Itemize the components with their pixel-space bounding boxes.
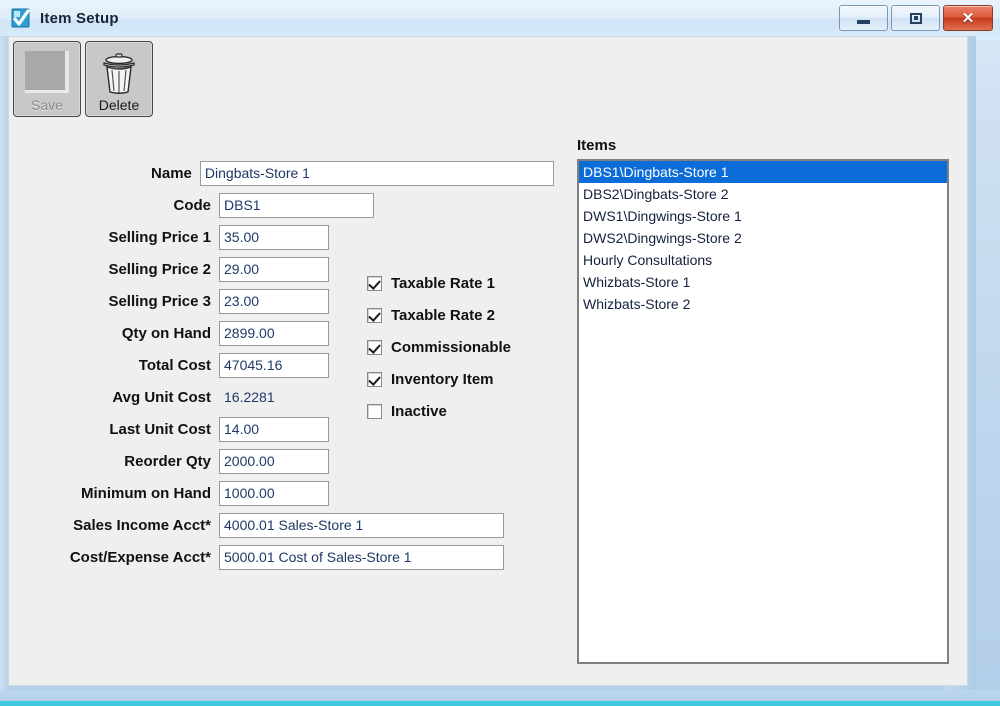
list-item[interactable]: Whizbats-Store 2 — [579, 293, 947, 315]
items-listbox[interactable]: DBS1\Dingbats-Store 1 DBS2\Dingbats-Store… — [577, 159, 949, 664]
window-frame-left — [0, 36, 8, 692]
readonly-value: 16.2281 — [224, 389, 275, 405]
title-bar[interactable]: Item Setup ✕ — [0, 0, 1000, 40]
delete-button[interactable]: Delete — [85, 41, 153, 117]
field-label: Cost/Expense Acct* — [69, 548, 211, 566]
close-icon: ✕ — [961, 9, 975, 27]
items-panel: Items DBS1\Dingbats-Store 1 DBS2\Dingbats… — [577, 137, 949, 664]
text-input[interactable]: 47045.16 — [219, 352, 329, 378]
checkbox-label: Commissionable — [391, 338, 512, 356]
window-title: Item Setup — [40, 9, 119, 27]
minimize-button[interactable] — [839, 5, 888, 31]
checkbox-inactive[interactable]: Inactive — [367, 395, 511, 427]
maximize-icon — [909, 12, 922, 24]
save-button[interactable]: Save — [13, 41, 81, 117]
list-item[interactable]: Whizbats-Store 1 — [579, 271, 947, 293]
field-label: Code — [173, 196, 212, 214]
field-label: Avg Unit Cost — [112, 388, 211, 406]
client-area: Save Delete Name Dingbats-Store 1 Code D… — [8, 36, 968, 686]
list-item[interactable]: DWS1\Dingwings-Store 1 — [579, 205, 947, 227]
text-input[interactable]: DBS1 — [219, 192, 374, 218]
checkbox-label: Taxable Rate 2 — [391, 306, 495, 324]
checkbox-taxable-rate-1[interactable]: Taxable Rate 1 — [367, 267, 511, 299]
text-input[interactable]: 2899.00 — [219, 320, 329, 346]
list-item[interactable]: Hourly Consultations — [579, 249, 947, 271]
checkmark-icon[interactable] — [367, 371, 382, 387]
text-input[interactable]: 5000.01 Cost of Sales-Store 1 — [219, 544, 504, 570]
item-setup-window: Item Setup ✕ Save Delete Name Dingbats-S… — [0, 0, 1000, 706]
field-label: Selling Price 2 — [108, 260, 211, 278]
minimize-icon — [857, 19, 870, 24]
form-row: Minimum on Hand 1000.00 — [9, 477, 554, 509]
text-input[interactable]: 2000.00 — [219, 448, 329, 474]
text-input[interactable]: 29.00 — [219, 256, 329, 282]
text-input[interactable]: 4000.01 Sales-Store 1 — [219, 512, 504, 538]
checkbox-label: Inventory Item — [391, 370, 494, 388]
maximize-button[interactable] — [891, 5, 940, 31]
checkbox-taxable-rate-2[interactable]: Taxable Rate 2 — [367, 299, 511, 331]
delete-button-label: Delete — [98, 97, 140, 113]
window-controls: ✕ — [839, 5, 993, 31]
field-label: Selling Price 1 — [108, 228, 211, 246]
field-label: Last Unit Cost — [109, 420, 211, 438]
field-label: Selling Price 3 — [108, 292, 211, 310]
list-item[interactable]: DBS2\Dingbats-Store 2 — [579, 183, 947, 205]
form-row: Cost/Expense Acct* 5000.01 Cost of Sales-… — [9, 541, 554, 573]
text-input[interactable]: 1000.00 — [219, 480, 329, 506]
form-row: Selling Price 1 35.00 — [9, 221, 554, 253]
form-row: Code DBS1 — [9, 189, 554, 221]
items-panel-title: Items — [577, 137, 617, 154]
list-item[interactable]: DBS1\Dingbats-Store 1 — [579, 161, 947, 183]
text-input[interactable]: 35.00 — [219, 224, 329, 250]
title-bar-left: Item Setup — [10, 7, 119, 29]
field-label: Qty on Hand — [121, 324, 211, 342]
form-row: Name Dingbats-Store 1 — [9, 157, 554, 189]
field-label: Total Cost — [138, 356, 211, 374]
checkmark-icon[interactable] — [367, 339, 382, 355]
checkbox-label: Inactive — [391, 402, 447, 420]
checkbox-commissionable[interactable]: Commissionable — [367, 331, 511, 363]
document-check-icon — [10, 7, 32, 29]
checkmark-icon[interactable] — [367, 275, 382, 291]
text-input[interactable]: 14.00 — [219, 416, 329, 442]
checkmark-icon[interactable] — [367, 307, 382, 323]
toolbar: Save Delete — [9, 37, 967, 117]
close-button[interactable]: ✕ — [943, 5, 993, 31]
list-item[interactable]: DWS2\Dingwings-Store 2 — [579, 227, 947, 249]
empty-checkbox-icon[interactable] — [367, 403, 382, 419]
save-icon — [25, 51, 69, 93]
field-label: Reorder Qty — [124, 452, 211, 470]
checkbox-inventory-item[interactable]: Inventory Item — [367, 363, 511, 395]
text-input[interactable]: Dingbats-Store 1 — [199, 160, 554, 186]
field-label: Name — [151, 164, 192, 182]
field-label: Sales Income Acct* — [73, 516, 211, 534]
accent-line — [0, 701, 1000, 706]
text-input[interactable]: 23.00 — [219, 288, 329, 314]
trash-icon — [98, 51, 140, 95]
checkbox-group: Taxable Rate 1 Taxable Rate 2 Commissionab… — [367, 267, 511, 427]
save-button-label: Save — [31, 97, 63, 113]
field-label: Minimum on Hand — [81, 484, 211, 502]
checkbox-label: Taxable Rate 1 — [391, 274, 495, 292]
form-row: Sales Income Acct* 4000.01 Sales-Store 1 — [9, 509, 554, 541]
form-row: Reorder Qty 2000.00 — [9, 445, 554, 477]
